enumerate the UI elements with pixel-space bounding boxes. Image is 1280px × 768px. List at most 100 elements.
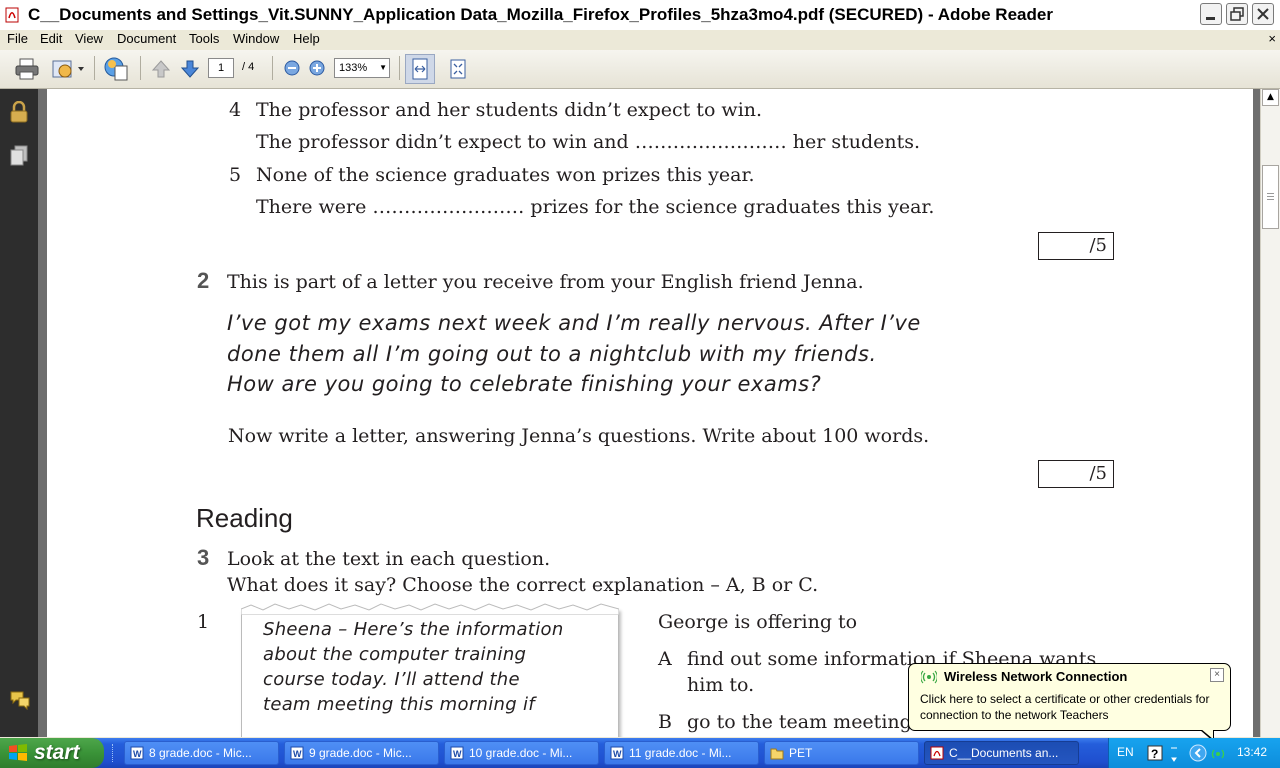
email-icon[interactable] — [51, 57, 85, 81]
next-page-icon[interactable] — [179, 58, 201, 80]
taskbar-button-label: PET — [789, 746, 813, 760]
toolbar-separator — [399, 56, 400, 80]
fit-page-icon[interactable] — [446, 57, 470, 81]
zoom-level-select[interactable]: 133% ▼ — [334, 58, 390, 78]
restore-icon — [1230, 7, 1244, 21]
svg-text:W: W — [453, 749, 462, 759]
start-button[interactable]: start — [0, 738, 104, 768]
handwritten-letter-line: How are you going to celebrate finishing… — [227, 372, 822, 396]
scroll-thumb[interactable] — [1262, 165, 1279, 229]
item-number: 5 — [229, 164, 242, 186]
comments-icon[interactable] — [9, 690, 31, 710]
menu-window[interactable]: Window — [233, 31, 279, 46]
minimize-button[interactable] — [1200, 3, 1222, 25]
show-hidden-icons-icon[interactable] — [1189, 744, 1207, 762]
question-stem: George is offering to — [658, 611, 858, 633]
close-icon — [1257, 8, 1269, 20]
word-document-icon: W — [450, 746, 464, 760]
language-indicator[interactable]: EN — [1117, 745, 1134, 759]
previous-page-icon[interactable] — [150, 58, 172, 80]
item-rewrite: The professor didn’t expect to win and …… — [256, 131, 921, 153]
close-window-button[interactable] — [1252, 3, 1274, 25]
taskbar: start W 8 grade.doc - Mic... W 9 grade.d… — [0, 738, 1280, 768]
note-line: about the computer training — [263, 644, 527, 665]
item-rewrite: There were …………………… prizes for the scien… — [256, 196, 935, 218]
note-line: Sheena – Here’s the information — [263, 619, 564, 640]
taskbar-button-adobe-reader[interactable]: C__Documents an... — [924, 741, 1079, 765]
title-bar: C__Documents and Settings_Vit.SUNNY_Appl… — [0, 0, 1280, 31]
word-document-icon: W — [130, 746, 144, 760]
pdf-page: 4 The professor and her students didn’t … — [47, 89, 1253, 737]
scroll-up-button[interactable]: ▲ — [1262, 89, 1279, 106]
option-letter: B — [658, 711, 672, 733]
language-options-icon[interactable] — [1169, 744, 1179, 762]
fit-width-icon — [412, 58, 428, 80]
taskbar-button-10-grade[interactable]: W 10 grade.doc - Mi... — [444, 741, 599, 765]
question-text: This is part of a letter you receive fro… — [227, 271, 864, 293]
menu-edit[interactable]: Edit — [40, 31, 62, 46]
balloon-body: Click here to select a certificate or ot… — [920, 692, 1210, 722]
item-number: 4 — [229, 99, 242, 121]
menu-document[interactable]: Document — [117, 31, 176, 46]
svg-text:W: W — [293, 749, 302, 759]
taskbar-button-label: 8 grade.doc - Mic... — [149, 746, 252, 760]
menu-help[interactable]: Help — [293, 31, 320, 46]
svg-text:?: ? — [1151, 747, 1158, 761]
question-text: What does it say? Choose the correct exp… — [227, 574, 819, 596]
balloon-close-button[interactable]: × — [1210, 668, 1224, 682]
score-box: /5 — [1038, 460, 1114, 488]
svg-text:W: W — [133, 749, 142, 759]
page-number-input[interactable]: 1 — [208, 58, 234, 78]
question-text: Look at the text in each question. — [227, 548, 551, 570]
window-title: C__Documents and Settings_Vit.SUNNY_Appl… — [28, 5, 1053, 24]
document-viewport[interactable]: 4 The professor and her students didn’t … — [38, 89, 1260, 737]
note-line: course today. I’ll attend the — [263, 669, 520, 690]
system-tray: EN ? 13:42 — [1108, 738, 1280, 768]
menu-bar: File Edit View Document Tools Window Hel… — [0, 30, 1280, 49]
toolbar-separator — [272, 56, 273, 80]
torn-edge — [241, 603, 619, 615]
wireless-icon[interactable] — [1210, 745, 1226, 761]
taskbar-button-pet-folder[interactable]: PET — [764, 741, 919, 765]
minimize-icon — [1206, 17, 1215, 20]
zoom-level-value: 133% — [339, 62, 368, 74]
item-sentence: None of the science graduates won prizes… — [256, 164, 755, 186]
word-document-icon: W — [290, 746, 304, 760]
collaborate-icon[interactable] — [102, 55, 130, 83]
restore-button[interactable] — [1226, 3, 1248, 25]
handwritten-letter-line: done them all I’m going out to a nightcl… — [227, 342, 877, 366]
clock[interactable]: 13:42 — [1237, 745, 1267, 759]
fit-width-button[interactable] — [405, 54, 435, 84]
taskbar-button-11-grade[interactable]: W 11 grade.doc - Mi... — [604, 741, 759, 765]
navigation-panel — [0, 89, 38, 737]
folder-icon — [770, 748, 784, 760]
balloon-title: Wireless Network Connection — [944, 669, 1128, 684]
question-instruction: Now write a letter, answering Jenna’s qu… — [228, 425, 930, 447]
lock-icon[interactable] — [9, 101, 29, 123]
start-label: start — [34, 741, 80, 764]
item-sentence: The professor and her students didn’t ex… — [256, 99, 763, 121]
section-heading: Reading — [196, 503, 293, 533]
chevron-down-icon: ▼ — [379, 63, 387, 72]
adobe-pdf-icon — [5, 7, 19, 23]
vertical-scrollbar[interactable]: ▲ — [1260, 89, 1280, 737]
wireless-icon — [921, 670, 937, 684]
document-close-button[interactable]: × — [1268, 31, 1276, 46]
zoom-in-icon[interactable] — [309, 60, 325, 76]
menu-file[interactable]: File — [7, 31, 28, 46]
wireless-notification-balloon[interactable]: Wireless Network Connection Click here t… — [908, 663, 1231, 731]
pages-icon[interactable] — [9, 145, 29, 167]
zoom-out-icon[interactable] — [284, 60, 300, 76]
adobe-pdf-icon — [930, 746, 944, 760]
help-icon[interactable]: ? — [1147, 745, 1163, 761]
taskbar-button-label: 11 grade.doc - Mi... — [629, 746, 732, 760]
chevron-up-icon: ▲ — [1267, 92, 1274, 102]
print-icon[interactable] — [14, 57, 40, 81]
question-number: 2 — [197, 268, 210, 293]
menu-view[interactable]: View — [75, 31, 103, 46]
taskbar-button-9-grade[interactable]: W 9 grade.doc - Mic... — [284, 741, 439, 765]
taskbar-button-8-grade[interactable]: W 8 grade.doc - Mic... — [124, 741, 279, 765]
note-card: Sheena – Here’s the information about th… — [241, 603, 619, 737]
menu-tools[interactable]: Tools — [189, 31, 219, 46]
toolbar-separator — [94, 56, 95, 80]
